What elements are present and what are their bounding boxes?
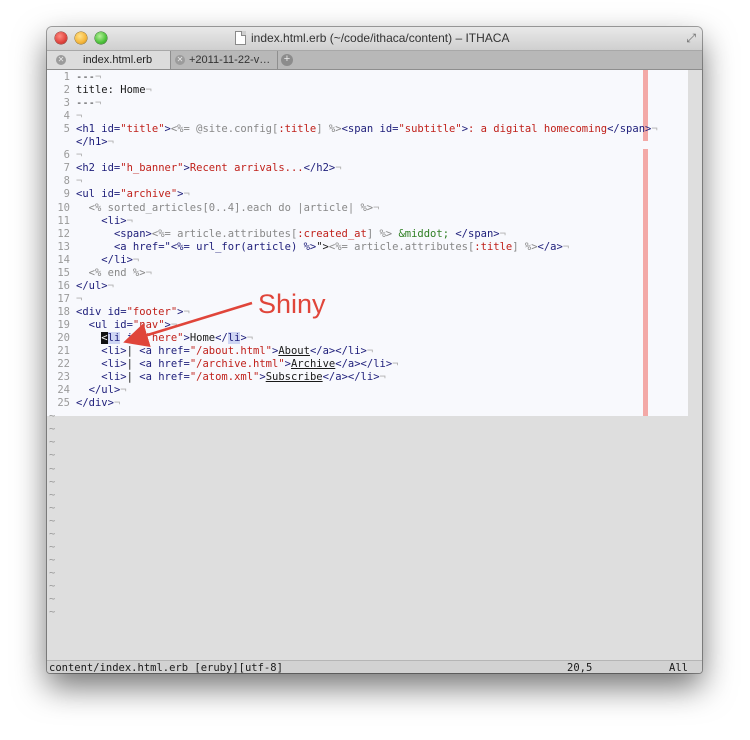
line-number: 14: [57, 253, 70, 266]
line-number: 15: [57, 266, 70, 279]
line-number: 18: [57, 305, 70, 318]
tab-index-html-erb[interactable]: ✕ index.html.erb: [47, 51, 171, 69]
line-number: 2: [63, 84, 70, 97]
zoom-window-button[interactable]: [95, 32, 107, 44]
code-line[interactable]: 8 ¬: [47, 175, 83, 188]
tab-label: index.html.erb: [83, 54, 153, 66]
code-line[interactable]: 24 </ul>¬: [47, 384, 126, 397]
status-file: content/index.html.erb [eruby][utf-8]: [49, 662, 283, 673]
line-number: 25: [57, 397, 70, 410]
line-number: 17: [57, 292, 70, 305]
line-number: 7: [63, 162, 70, 175]
title-bar[interactable]: index.html.erb (~/code/ithaca/content) –…: [47, 27, 702, 51]
line-number: 12: [57, 227, 70, 240]
minimize-window-button[interactable]: [75, 32, 87, 44]
empty-line-marker: ~: [49, 449, 56, 462]
empty-line-marker: ~: [49, 423, 56, 436]
empty-line-marker: ~: [49, 553, 56, 566]
code-line[interactable]: 22 <li>| <a href="/archive.html">Archive…: [47, 358, 398, 371]
code-line[interactable]: 20 <li id="here">Home</li>¬: [47, 332, 253, 345]
code-line[interactable]: 14 </li>¬: [47, 254, 139, 267]
code-line[interactable]: 21 <li>| <a href="/about.html">About</a>…: [47, 345, 373, 358]
code-line[interactable]: 11 <li>¬: [47, 215, 133, 228]
line-number: 20: [57, 332, 70, 344]
code-line[interactable]: 1 ---¬: [47, 71, 102, 84]
empty-line-marker: ~: [49, 501, 56, 514]
color-column: [643, 149, 648, 416]
empty-line-marker: ~: [49, 462, 56, 475]
status-line: content/index.html.erb [eruby][utf-8] 20…: [47, 660, 702, 673]
code-line[interactable]: 10 <% sorted_articles[0..4].each do |art…: [47, 202, 379, 215]
line-number: 6: [63, 149, 70, 162]
code-line[interactable]: </h1>¬: [47, 136, 114, 149]
close-tab-icon[interactable]: ✕: [175, 55, 185, 65]
empty-line-marker: ~: [49, 514, 56, 527]
line-number: 22: [57, 358, 70, 371]
close-tab-icon[interactable]: ✕: [56, 55, 66, 65]
code-line[interactable]: 6 ¬: [47, 149, 83, 162]
tab-bar: ✕ index.html.erb ✕ +2011-11-22-v… +: [47, 51, 702, 70]
empty-line-marker: ~: [49, 606, 56, 619]
empty-line-marker: ~: [49, 436, 56, 449]
line-number: 8: [63, 175, 70, 188]
line-number: 23: [57, 371, 70, 384]
document-icon: [235, 31, 246, 45]
status-cursor-position: 20,5: [567, 662, 593, 673]
line-number: 16: [57, 279, 70, 292]
line-number: 4: [63, 110, 70, 123]
annotation-label: Shiny: [258, 289, 326, 319]
line-number: 11: [57, 214, 70, 227]
fullscreen-icon[interactable]: ⤢: [686, 31, 696, 46]
line-number: 24: [57, 384, 70, 397]
code-line[interactable]: 15 <% end %>¬: [47, 267, 152, 280]
code-line[interactable]: 12 <span><%= article.attributes[:created…: [47, 228, 506, 241]
empty-line-marker: ~: [49, 579, 56, 592]
empty-line-marker: ~: [49, 488, 56, 501]
line-number: 10: [57, 201, 70, 214]
line-number: 21: [57, 345, 70, 358]
text-cursor: <: [101, 332, 108, 344]
new-tab-button[interactable]: +: [281, 54, 293, 66]
tab-label: +2011-11-22-v…: [189, 54, 271, 66]
empty-line-marker: ~: [49, 475, 56, 488]
line-number: 3: [63, 97, 70, 110]
code-line[interactable]: 2 title: Home¬: [47, 84, 152, 97]
code-line[interactable]: 25 </div>¬: [47, 397, 120, 410]
code-line[interactable]: 3 ---¬: [47, 97, 102, 110]
code-line[interactable]: 9 <ul id="archive">¬: [47, 188, 190, 201]
code-line[interactable]: 23 <li>| <a href="/atom.xml">Subscribe</…: [47, 371, 386, 384]
line-number: 9: [63, 188, 70, 201]
code-line[interactable]: 7 <h2 id="h_banner">Recent arrivals...</h…: [47, 162, 342, 175]
editor-window: index.html.erb (~/code/ithaca/content) –…: [47, 27, 702, 673]
line-number: 13: [57, 240, 70, 253]
empty-line-marker: ~: [49, 566, 56, 579]
code-line[interactable]: 17 ¬: [47, 293, 82, 306]
close-window-button[interactable]: [55, 32, 67, 44]
code-editor[interactable]: 1 ---¬ 2 title: Home¬ 3 ---¬ 4 ¬ 5 <h1 id="title"…: [47, 70, 702, 673]
code-line[interactable]: 4 ¬: [47, 110, 83, 123]
empty-line-marker: ~: [49, 410, 56, 423]
line-number: 1: [63, 71, 70, 83]
empty-line-marker: ~: [49, 593, 56, 605]
status-scroll: All: [669, 662, 688, 673]
empty-line-marker: ~: [49, 540, 56, 553]
line-number: 19: [57, 318, 70, 331]
code-line[interactable]: 19 <ul id="nav">¬: [47, 319, 177, 332]
line-number: 5: [63, 123, 70, 136]
code-line[interactable]: 16 </ul>¬: [47, 280, 114, 293]
window-title: index.html.erb (~/code/ithaca/content) –…: [251, 31, 510, 45]
tab-2011-11-22[interactable]: ✕ +2011-11-22-v…: [171, 51, 278, 69]
code-line[interactable]: 13 <a href="<%= url_for(article) %>"><%=…: [47, 241, 569, 254]
code-line[interactable]: 5 <h1 id="title"><%= @site.config[:title]…: [47, 123, 658, 136]
code-line[interactable]: 18 <div id="footer">¬: [47, 305, 189, 319]
empty-line-marker: ~: [49, 527, 56, 540]
